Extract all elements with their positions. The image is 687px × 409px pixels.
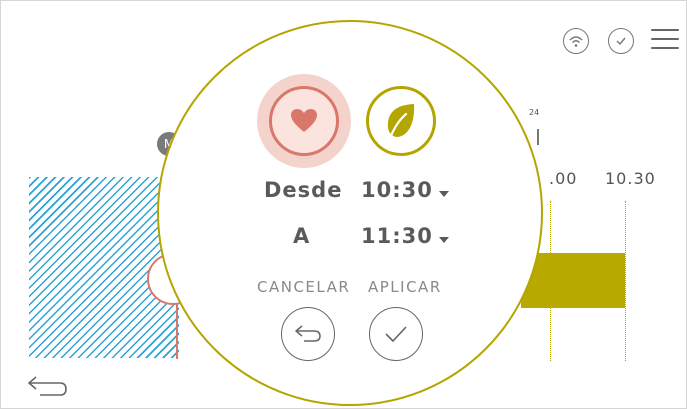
from-time-select[interactable]: 10:30	[361, 178, 433, 202]
chat-check-icon[interactable]	[608, 28, 634, 54]
wifi-icon[interactable]	[563, 28, 589, 54]
back-arrow-icon[interactable]	[26, 371, 70, 399]
hour-tick	[537, 129, 539, 145]
cancel-button[interactable]	[281, 307, 335, 361]
time-label-start: .00	[549, 169, 578, 188]
menu-icon[interactable]	[651, 29, 679, 51]
leaf-icon	[387, 104, 415, 140]
to-label: A	[293, 224, 311, 248]
screen: P ia M 24 .00 10.30	[0, 0, 687, 409]
check-icon	[385, 326, 407, 342]
time-label-end: 10.30	[605, 169, 656, 188]
apply-label: APLICAR	[368, 278, 442, 296]
apply-button[interactable]	[369, 307, 423, 361]
hour-mark: 24	[529, 108, 540, 117]
to-dropdown-icon[interactable]	[439, 237, 449, 243]
to-time-select[interactable]: 11:30	[361, 224, 433, 248]
comfort-mode-button[interactable]	[257, 74, 351, 168]
time-guide-right	[625, 201, 626, 361]
cancel-label: CANCELAR	[257, 278, 351, 296]
from-label: Desde	[264, 178, 343, 202]
eco-mode-button[interactable]	[366, 86, 436, 156]
period-marker-line	[176, 299, 178, 359]
time-range-popup	[157, 20, 543, 406]
undo-icon	[295, 325, 321, 342]
from-dropdown-icon[interactable]	[439, 191, 449, 197]
heart-icon	[269, 86, 339, 156]
